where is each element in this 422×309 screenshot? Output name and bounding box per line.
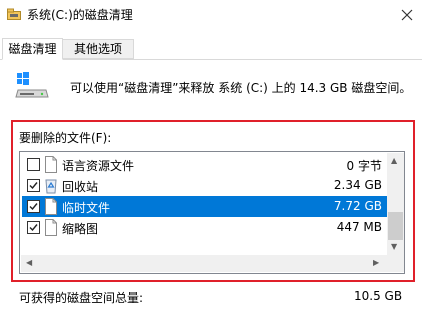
checkbox[interactable] — [27, 158, 40, 171]
tab-disk-cleanup[interactable]: 磁盘清理 — [2, 38, 63, 60]
list-item[interactable]: 语言资源文件 0 字节 — [22, 154, 388, 175]
checkbox[interactable] — [27, 200, 40, 213]
item-name: 语言资源文件 — [62, 159, 135, 173]
check-icon — [29, 182, 38, 190]
list-item-selected[interactable]: 临时文件 7.72 GB — [22, 196, 388, 217]
scroll-right-icon[interactable]: ▶ — [373, 258, 379, 267]
checkbox[interactable] — [27, 179, 40, 192]
scroll-left-icon[interactable]: ◀ — [26, 258, 32, 267]
total-space-label: 可获得的磁盘空间总量: — [19, 291, 144, 305]
item-size: 0 字节 — [346, 159, 382, 173]
info-text: 可以使用“磁盘清理”来释放 系统 (C:) 上的 14.3 GB 磁盘空间。 — [70, 81, 412, 95]
file-icon — [45, 219, 57, 236]
files-to-delete-label: 要删除的文件(F): — [19, 131, 112, 145]
list-item[interactable]: 回收站 2.34 GB — [22, 175, 388, 196]
item-size: 7.72 GB — [333, 199, 382, 213]
checkbox[interactable] — [27, 221, 40, 234]
recycle-bin-icon — [45, 179, 57, 194]
files-list[interactable]: 语言资源文件 0 字节 回收站 2.34 GB 临时文件 7.72 GB 缩略图… — [19, 151, 405, 274]
file-icon — [45, 198, 57, 215]
window-title: 系统(C:)的磁盘清理 — [27, 8, 133, 22]
horizontal-scrollbar[interactable]: ◀ ▶ — [21, 255, 387, 272]
total-space-value: 10.5 GB — [354, 289, 403, 303]
item-name: 缩略图 — [62, 222, 99, 236]
scrollbar-corner — [387, 255, 404, 272]
item-name: 临时文件 — [62, 201, 111, 215]
vertical-scroll-thumb[interactable] — [388, 212, 403, 240]
check-icon — [29, 203, 38, 211]
tab-more-options[interactable]: 其他选项 — [63, 39, 134, 59]
list-item[interactable]: 缩略图 447 MB — [22, 217, 388, 238]
item-size: 2.34 GB — [333, 178, 382, 192]
item-name: 回收站 — [62, 180, 99, 194]
item-size: 447 MB — [336, 220, 382, 234]
disk-cleanup-icon — [7, 8, 21, 20]
scroll-down-icon[interactable]: ▼ — [391, 242, 397, 251]
close-icon[interactable] — [392, 0, 422, 30]
check-icon — [29, 224, 38, 232]
scroll-up-icon[interactable]: ▲ — [391, 156, 397, 165]
file-icon — [45, 156, 57, 173]
drive-icon — [15, 72, 49, 98]
